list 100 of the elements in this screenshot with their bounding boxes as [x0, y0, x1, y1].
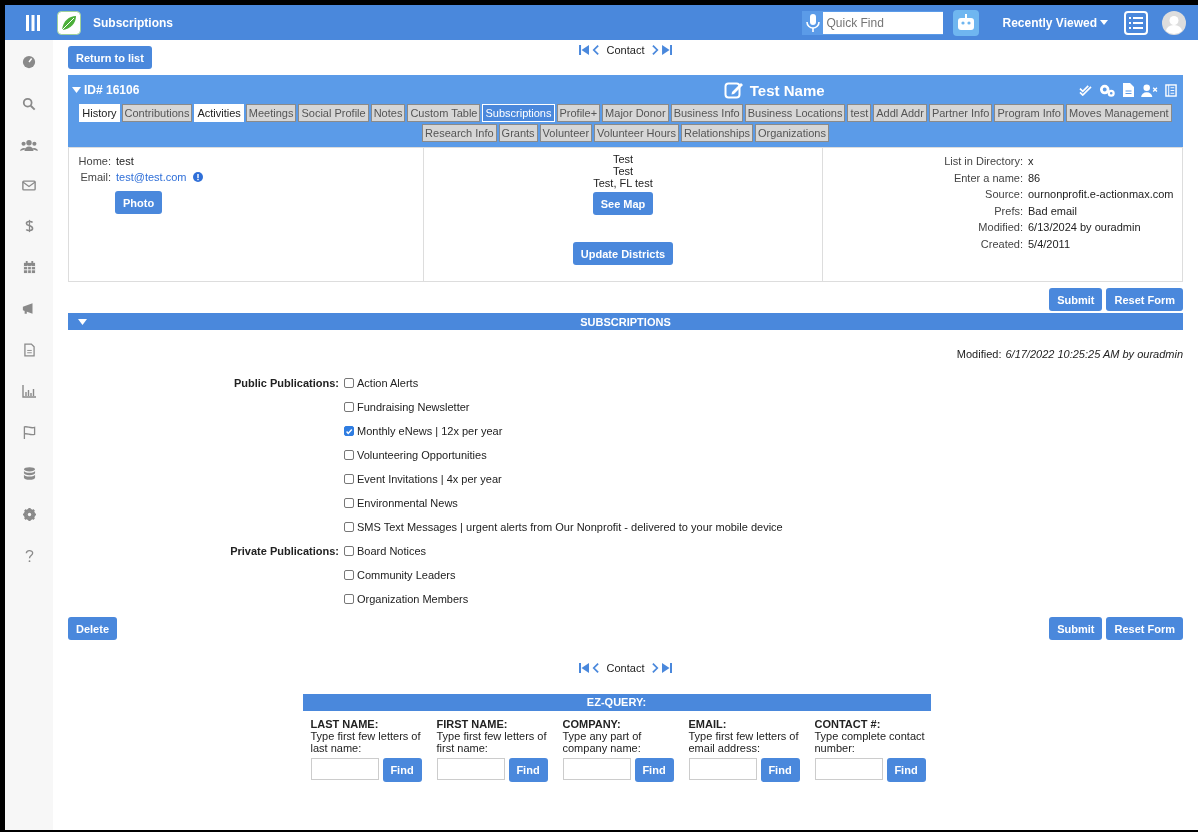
record-tab[interactable]: Addl Addr	[873, 104, 927, 122]
settings-icon[interactable]	[22, 508, 36, 521]
record-tab[interactable]: Custom Table	[407, 104, 481, 122]
record-tab[interactable]: Subscriptions	[482, 104, 555, 122]
checkbox[interactable]	[344, 570, 354, 580]
record-tab[interactable]: test	[847, 104, 872, 122]
delete-button[interactable]: Delete	[68, 617, 118, 640]
first-record-icon[interactable]	[578, 663, 589, 673]
record-tab[interactable]: Contributions	[121, 104, 193, 122]
checkbox[interactable]	[344, 474, 354, 484]
database-icon[interactable]	[22, 467, 36, 480]
record-tab[interactable]: Organizations	[755, 124, 829, 142]
section-header[interactable]: SUBSCRIPTIONS	[68, 313, 1183, 330]
last-record-icon[interactable]	[662, 45, 673, 55]
checkbox[interactable]	[344, 594, 354, 604]
submit-button[interactable]: Submit	[1049, 617, 1103, 640]
record-tab[interactable]: Business Info	[670, 104, 743, 122]
dollar-icon[interactable]	[24, 219, 34, 233]
query-input-field[interactable]	[436, 758, 505, 780]
query-input-field[interactable]	[688, 758, 757, 780]
remove-user-icon[interactable]	[1141, 83, 1158, 97]
address-book-icon[interactable]	[1165, 83, 1177, 97]
query-input-field[interactable]	[562, 758, 631, 780]
query-label: FIRST NAME:	[436, 718, 509, 730]
record-tab[interactable]: Activities	[194, 104, 244, 122]
checkbox[interactable]	[344, 498, 354, 508]
double-check-icon[interactable]	[1079, 84, 1092, 96]
update-districts-button[interactable]: Update Districts	[572, 242, 674, 265]
document-icon[interactable]	[1123, 83, 1134, 97]
last-record-icon[interactable]	[662, 663, 673, 673]
record-tab[interactable]: Moves Management	[1066, 104, 1172, 122]
calendar-icon[interactable]	[22, 261, 36, 274]
caret-icon[interactable]	[72, 87, 81, 93]
photo-button[interactable]: Photo	[115, 191, 163, 214]
checkbox[interactable]	[344, 450, 354, 460]
quick-find-field[interactable]: Quick Find	[801, 10, 943, 35]
search-icon[interactable]	[22, 97, 36, 111]
find-button[interactable]: Find	[760, 758, 800, 782]
record-tab[interactable]: Major Donor	[602, 104, 669, 122]
record-tab[interactable]: Partner Info	[928, 104, 993, 122]
record-tab[interactable]: Relationships	[680, 124, 753, 142]
checkbox-label: Action Alerts	[357, 376, 419, 391]
caret-icon[interactable]	[1100, 20, 1108, 25]
query-label: COMPANY:	[562, 718, 622, 730]
robot-icon[interactable]	[952, 9, 979, 36]
find-button[interactable]: Find	[634, 758, 674, 782]
menu-icon[interactable]	[25, 13, 41, 32]
see-map-button[interactable]: See Map	[592, 192, 654, 215]
previous-icon[interactable]	[591, 44, 599, 56]
recently-viewed-dropdown[interactable]: Recently Viewed	[1002, 15, 1097, 30]
checkbox[interactable]	[344, 402, 354, 412]
help-icon[interactable]	[24, 549, 34, 563]
query-input-field[interactable]	[814, 758, 883, 780]
bar-chart-icon[interactable]	[22, 385, 36, 398]
next-icon[interactable]	[652, 44, 660, 56]
record-tab[interactable]: Meetings	[245, 104, 297, 122]
record-tab[interactable]: Profile+	[556, 104, 601, 122]
record-tab[interactable]: Research Info	[422, 124, 497, 142]
query-hint: Type any part of company name:	[562, 730, 643, 754]
query-input-field[interactable]	[310, 758, 379, 780]
record-tab[interactable]: Business Locations	[744, 104, 846, 122]
checkbox[interactable]	[344, 378, 354, 388]
gears-icon[interactable]	[1099, 83, 1116, 97]
find-button[interactable]: Find	[382, 758, 422, 782]
return-to-list-button[interactable]: Return to list	[68, 46, 152, 69]
next-icon[interactable]	[652, 662, 660, 674]
query-hint: Type first few letters of email address:	[688, 730, 800, 754]
record-tab[interactable]: Volunteer	[539, 124, 593, 142]
find-button[interactable]: Find	[508, 758, 548, 782]
record-tab[interactable]: History	[79, 104, 120, 122]
reset-form-button[interactable]: Reset Form	[1106, 617, 1183, 640]
document-icon[interactable]	[23, 343, 35, 357]
record-tab[interactable]: Social Profile	[298, 104, 369, 122]
form-button[interactable]: Reset Form	[1106, 288, 1183, 311]
record-tab[interactable]: Program Info	[994, 104, 1064, 122]
form-button[interactable]: Submit	[1049, 288, 1103, 311]
query-label: LAST NAME:	[310, 718, 380, 730]
envelope-icon[interactable]	[22, 180, 36, 191]
address-line: Test	[612, 153, 634, 165]
flag-icon[interactable]	[22, 426, 36, 439]
info-icon[interactable]	[193, 172, 204, 182]
query-label: CONTACT #:	[814, 718, 882, 730]
find-button[interactable]: Find	[886, 758, 926, 782]
edit-icon[interactable]	[723, 80, 744, 100]
checkbox[interactable]	[344, 426, 354, 436]
record-tab[interactable]: Notes	[370, 104, 406, 122]
checkbox[interactable]	[344, 546, 354, 556]
first-record-icon[interactable]	[578, 45, 589, 55]
list-icon[interactable]	[1124, 10, 1148, 35]
email-link[interactable]: test@test.com	[116, 169, 187, 185]
previous-icon[interactable]	[591, 662, 599, 674]
checkbox[interactable]	[344, 522, 354, 532]
avatar-icon[interactable]	[1162, 10, 1186, 35]
record-id[interactable]: ID# 16106	[84, 83, 140, 97]
people-icon[interactable]	[20, 139, 38, 152]
dashboard-icon[interactable]	[22, 55, 36, 69]
record-tab[interactable]: Grants	[498, 124, 538, 142]
record-tab[interactable]: Volunteer Hours	[594, 124, 679, 142]
megaphone-icon[interactable]	[22, 302, 36, 315]
caret-icon[interactable]	[78, 319, 87, 325]
